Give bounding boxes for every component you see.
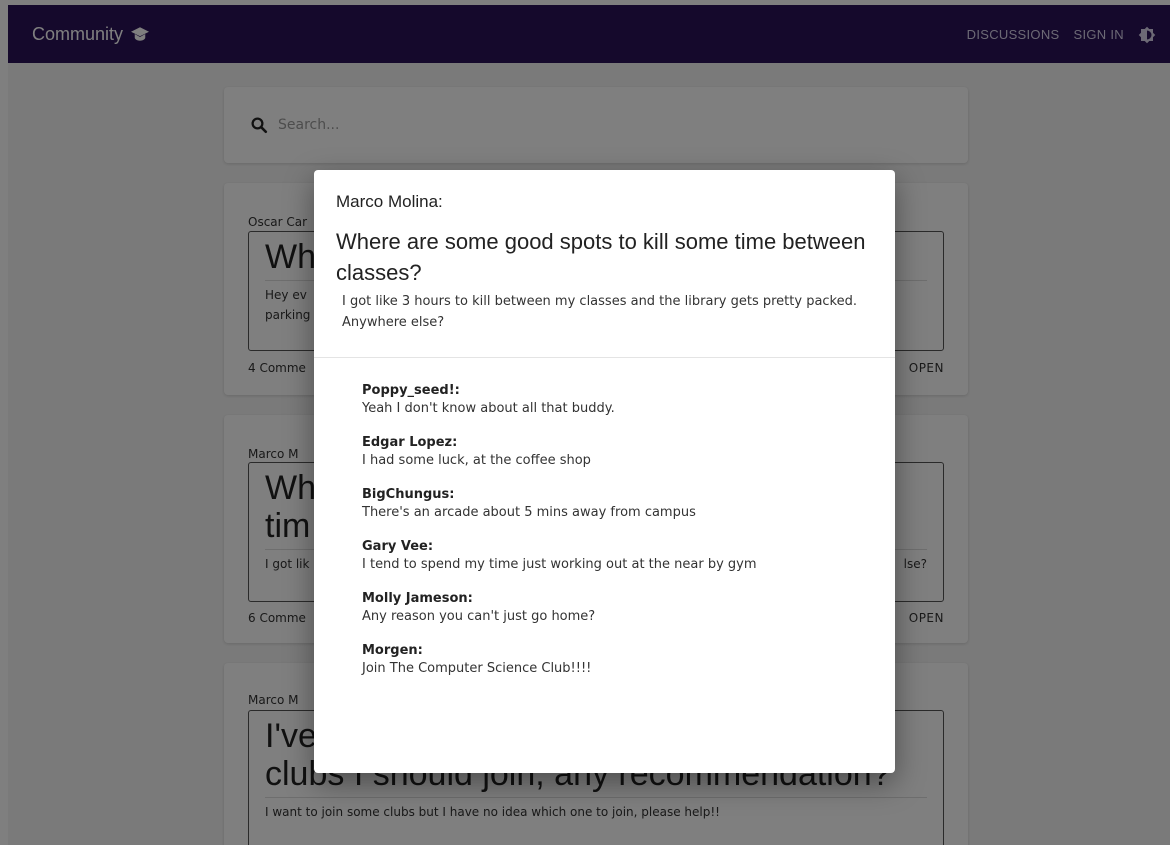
- comment-user: Poppy_seed!:: [362, 383, 460, 398]
- modal-author: Marco Molina:: [336, 192, 443, 211]
- comment-user: BigChungus:: [362, 487, 455, 502]
- comment-text: Any reason you can't just go home?: [362, 609, 596, 624]
- comment-user: Edgar Lopez:: [362, 435, 458, 450]
- comment-item: Molly Jameson: Any reason you can't just…: [362, 590, 895, 626]
- comment-item: BigChungus: There's an arcade about 5 mi…: [362, 486, 895, 522]
- modal-header: Marco Molina: Where are some good spots …: [314, 170, 895, 358]
- comment-list: Poppy_seed!: Yeah I don't know about all…: [314, 358, 895, 678]
- comment-item: Gary Vee: I tend to spend my time just w…: [362, 538, 895, 574]
- comment-text: Yeah I don't know about all that buddy.: [362, 401, 615, 416]
- comment-user: Gary Vee:: [362, 539, 434, 554]
- comment-text: Join The Computer Science Club!!!!: [362, 661, 592, 676]
- comment-text: I tend to spend my time just working out…: [362, 557, 757, 572]
- comment-text: There's an arcade about 5 mins away from…: [362, 505, 696, 520]
- modal-title: Where are some good spots to kill some t…: [336, 229, 866, 285]
- comment-item: Morgen: Join The Computer Science Club!!…: [362, 642, 895, 678]
- comment-text: I had some luck, at the coffee shop: [362, 453, 591, 468]
- comment-user: Morgen:: [362, 643, 423, 658]
- modal-body: I got like 3 hours to kill between my cl…: [342, 294, 858, 330]
- comment-item: Edgar Lopez: I had some luck, at the cof…: [362, 434, 895, 470]
- discussion-modal: Marco Molina: Where are some good spots …: [314, 170, 895, 773]
- comment-user: Molly Jameson:: [362, 591, 473, 606]
- comment-item: Poppy_seed!: Yeah I don't know about all…: [362, 382, 895, 418]
